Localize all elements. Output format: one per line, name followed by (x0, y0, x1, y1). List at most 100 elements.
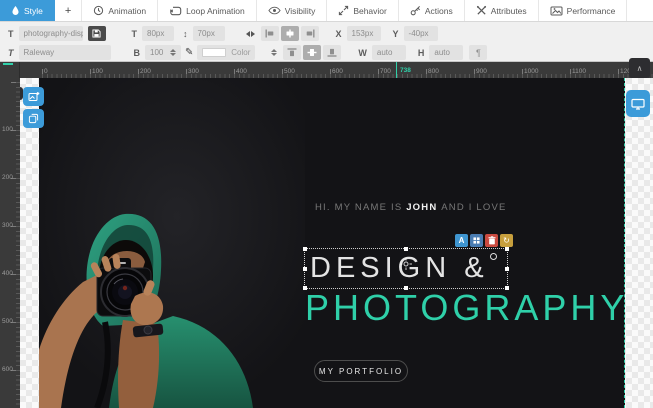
vertical-ruler[interactable]: 100 200 300 400 500 600 (0, 78, 20, 408)
edit-text-label: A (459, 236, 465, 245)
toolbar-row-2: T Raleway B 100 ✎ Color (0, 43, 653, 62)
y-value: -40px (409, 29, 429, 38)
style-drop-icon (11, 5, 20, 16)
ruler-label: 800 (428, 68, 439, 75)
tab-label: Attributes (491, 6, 527, 16)
font-style-value: photography-disp (24, 29, 83, 38)
selection-handle[interactable] (303, 267, 307, 271)
image-plus-icon (28, 91, 40, 103)
tab-behavior[interactable]: Behavior (327, 0, 399, 21)
ruler-corner-marker (3, 63, 13, 65)
ruler-label: 300 (2, 222, 13, 229)
selected-text-element[interactable]: DESIGN & (304, 248, 508, 289)
selection-handle[interactable] (404, 247, 408, 251)
cursor-crosshair-icon (400, 258, 412, 270)
tab-label: Loop Animation (186, 6, 245, 16)
nudge-vertical-icon[interactable] (271, 49, 277, 56)
chevron-up-icon: ∧ (637, 64, 643, 73)
edit-text-button[interactable]: A (455, 234, 468, 247)
duplicate-button[interactable] (23, 109, 44, 128)
font-size-input[interactable]: 80px (142, 26, 174, 41)
font-weight-input[interactable]: 100 (145, 45, 181, 60)
tab-label: Actions (425, 6, 453, 16)
vertical-align-group (283, 45, 343, 60)
copy-icon (28, 113, 39, 124)
ruler-label: 0 (44, 68, 48, 75)
paragraph-button[interactable]: ¶ (469, 45, 487, 60)
tab-add[interactable]: + (55, 0, 82, 21)
align-middle-button[interactable] (303, 45, 321, 60)
tab-visibility[interactable]: Visibility (257, 0, 328, 21)
align-left-button[interactable] (261, 26, 279, 41)
x-value: 153px (352, 29, 374, 38)
pen-icon[interactable]: ✎ (185, 47, 193, 58)
save-style-button[interactable] (88, 26, 106, 41)
delete-element-button[interactable] (485, 234, 498, 247)
ruler-label: 1100 (572, 68, 586, 75)
rotation-handle[interactable] (490, 253, 497, 260)
ruler-label: 200 (140, 68, 151, 75)
pilcrow-icon: ¶ (476, 48, 481, 58)
line-height-input[interactable]: 70px (193, 26, 225, 41)
heading-photography[interactable]: PHOTOGRAPHY (305, 287, 628, 329)
align-top-button[interactable] (283, 45, 301, 60)
intro-text[interactable]: HI. MY NAME IS JOHN AND I LOVE (315, 202, 507, 213)
cursor-position-marker (396, 62, 397, 78)
tab-animation[interactable]: Animation (82, 0, 158, 21)
color-swatch[interactable] (202, 48, 226, 57)
key-icon (410, 5, 421, 16)
align-bottom-button[interactable] (323, 45, 341, 60)
portfolio-button[interactable]: MY PORTFOLIO (314, 360, 408, 382)
tab-label: Style (24, 6, 43, 16)
align-center-icon (285, 29, 295, 38)
y-input[interactable]: -40px (404, 26, 438, 41)
ruler-label: 300 (188, 68, 199, 75)
trash-icon (488, 236, 496, 245)
collapse-toolbar-button[interactable]: ∧ (629, 58, 650, 78)
font-size-value: 80px (147, 29, 164, 38)
font-style-select[interactable]: photography-disp (19, 26, 83, 41)
ruler-label: 100 (2, 126, 13, 133)
hero-photo[interactable] (39, 78, 305, 408)
rotate-element-button[interactable]: ↻ (500, 234, 513, 247)
x-input[interactable]: 153px (347, 26, 381, 41)
y-label: Y (393, 29, 399, 39)
desktop-preview-button[interactable] (626, 90, 650, 117)
intro-post: AND I LOVE (441, 202, 506, 213)
w-input[interactable]: auto (372, 45, 406, 60)
grid-settings-button[interactable] (470, 234, 483, 247)
clock-icon (93, 5, 104, 16)
nudge-horizontal-icon[interactable] (246, 31, 255, 37)
cursor-position-value: 738 (400, 67, 411, 74)
tab-style[interactable]: Style (0, 0, 55, 21)
tab-label: Animation (108, 6, 146, 16)
ruler-label: 600 (332, 68, 343, 75)
align-right-button[interactable] (301, 26, 319, 41)
tab-label: Behavior (353, 6, 387, 16)
ruler-label: 400 (2, 270, 13, 277)
ruler-label: 600 (2, 366, 13, 373)
selection-handle[interactable] (303, 247, 307, 251)
add-image-button[interactable] (23, 87, 44, 106)
tab-actions[interactable]: Actions (399, 0, 465, 21)
x-label: X (336, 29, 342, 39)
align-middle-icon (307, 48, 317, 57)
selection-handle[interactable] (505, 247, 509, 251)
tab-attributes[interactable]: Attributes (465, 0, 539, 21)
stepper-icon[interactable] (170, 49, 176, 56)
slide-edge-right (624, 78, 625, 408)
tab-label: Performance (567, 6, 616, 16)
ruler-label: 100 (92, 68, 103, 75)
tab-loop-animation[interactable]: Loop Animation (158, 0, 257, 21)
align-center-button[interactable] (281, 26, 299, 41)
h-input[interactable]: auto (429, 45, 463, 60)
line-height-value: 70px (198, 29, 215, 38)
selection-handle[interactable] (505, 267, 509, 271)
h-label: H (418, 48, 425, 58)
color-picker[interactable]: Color (197, 45, 255, 60)
tab-bar: Style + Animation Loop Animation Visibil… (0, 0, 653, 22)
font-family-input[interactable]: Raleway (19, 45, 111, 60)
horizontal-ruler[interactable]: 0 100 200 300 400 500 600 700 800 900 10… (20, 62, 653, 78)
tab-performance[interactable]: Performance (539, 0, 628, 21)
element-mini-toolbar: A ↻ (455, 234, 513, 247)
